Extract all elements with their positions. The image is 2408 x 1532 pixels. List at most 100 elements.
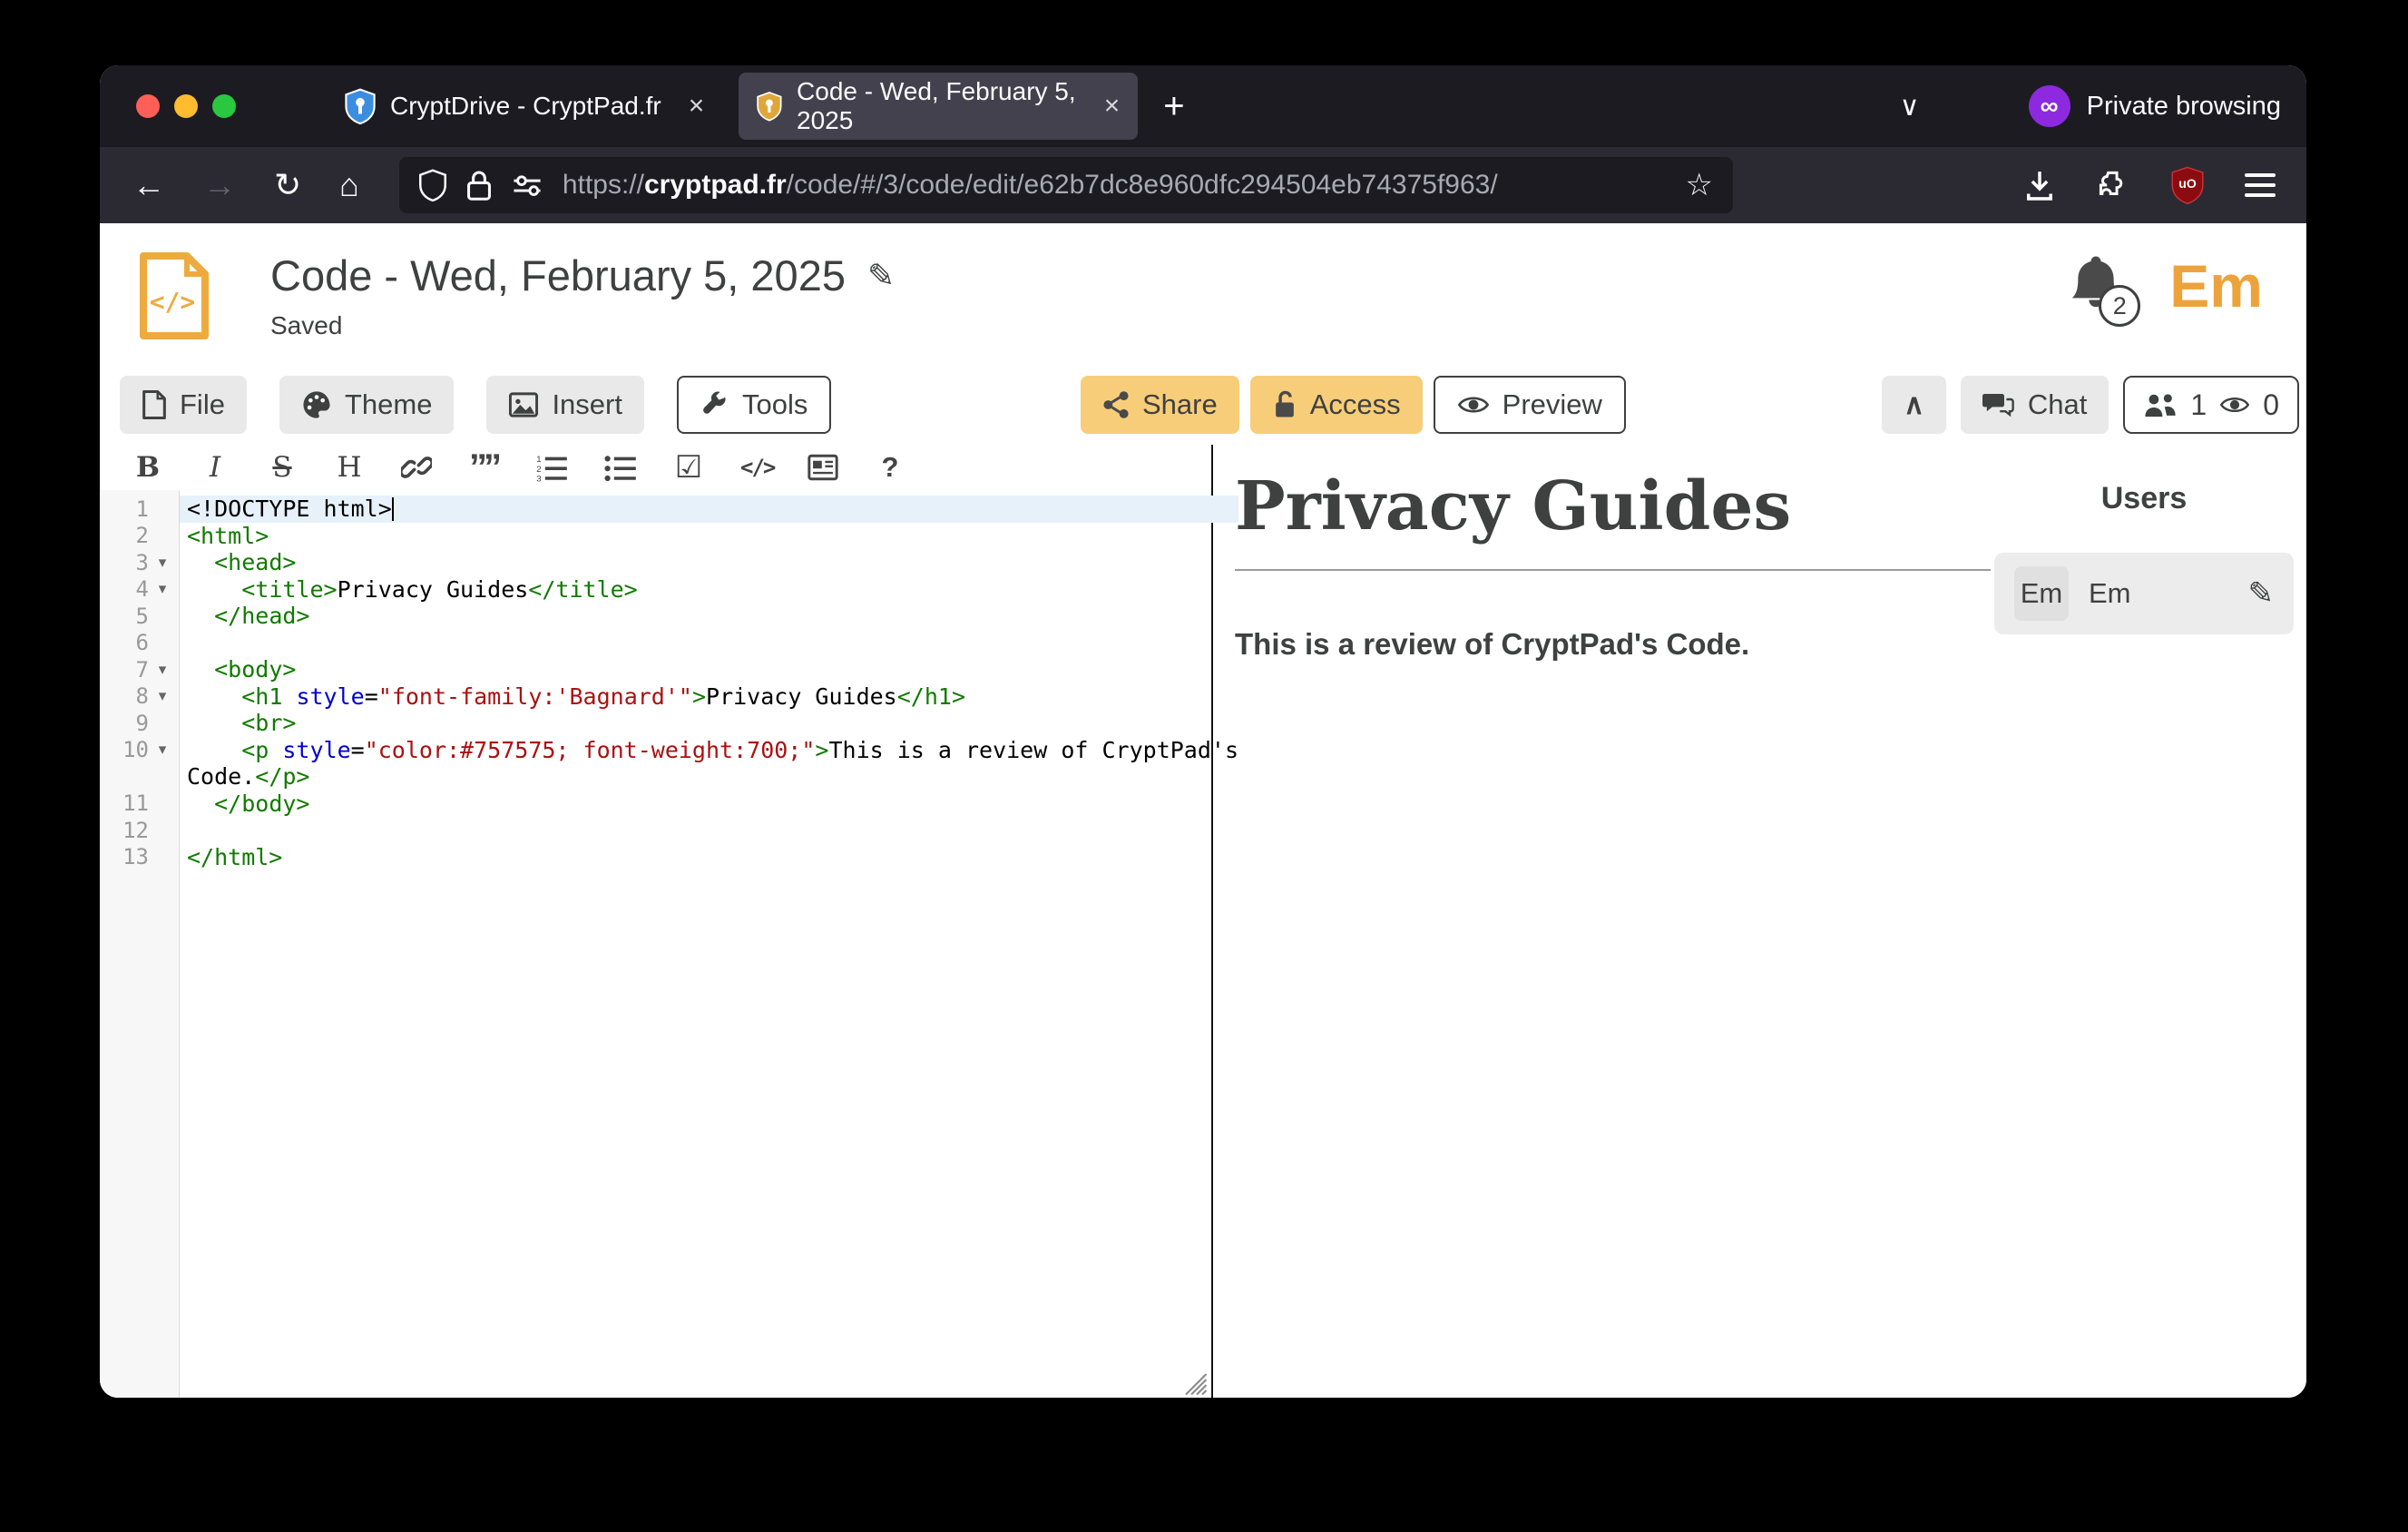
- code-lines[interactable]: <!DOCTYPE html><html> <head> <title>Priv…: [180, 490, 1238, 1398]
- text-cursor: [392, 497, 395, 521]
- code-line[interactable]: <h1 style="font-family:'Bagnard'">Privac…: [180, 683, 1238, 711]
- code-line[interactable]: <title>Privacy Guides</title>: [180, 576, 1238, 604]
- preview-heading: Privacy Guides: [1235, 468, 1991, 545]
- cryptpad-blue-shield-icon: [345, 88, 376, 124]
- private-browsing-icon: ∞: [2029, 85, 2070, 127]
- url-bar[interactable]: https://cryptpad.fr/code/#/3/code/edit/e…: [399, 157, 1733, 213]
- user-list-item[interactable]: Em Em ✎: [1994, 553, 2294, 634]
- code-editor[interactable]: 123▾4▾567▾8▾910▾111213 <!DOCTYPE html><h…: [100, 490, 1211, 1398]
- share-button[interactable]: Share: [1081, 376, 1239, 434]
- window-controls[interactable]: [100, 94, 254, 118]
- italic-icon[interactable]: I: [200, 451, 230, 484]
- lock-icon[interactable]: [466, 169, 492, 201]
- forward-button[interactable]: →: [203, 166, 236, 204]
- bookmark-star-icon[interactable]: ☆: [1685, 167, 1712, 203]
- cryptpad-app: </> Code - Wed, February 5, 2025 ✎ Saved…: [100, 223, 2306, 1398]
- blockquote-icon[interactable]: ””: [468, 447, 499, 488]
- new-tab-button[interactable]: +: [1163, 86, 1184, 127]
- viewers-eye-icon: [2219, 393, 2250, 417]
- tab-cryptdrive[interactable]: CryptDrive - CryptPad.fr ×: [327, 73, 722, 140]
- menu-hamburger-icon[interactable]: [2245, 167, 2276, 203]
- code-line[interactable]: [180, 630, 1238, 657]
- close-window-button[interactable]: [136, 94, 160, 118]
- code-line[interactable]: </head>: [180, 603, 1238, 630]
- tools-menu-button[interactable]: Tools: [677, 376, 831, 434]
- task-list-icon[interactable]: ☑: [673, 449, 704, 486]
- ublock-origin-icon[interactable]: uO: [2170, 166, 2205, 204]
- document-title[interactable]: Code - Wed, February 5, 2025: [270, 250, 846, 300]
- tracking-shield-icon[interactable]: [419, 169, 446, 201]
- reload-button[interactable]: ↻: [274, 166, 301, 204]
- tab-close-icon[interactable]: ×: [1104, 91, 1121, 122]
- chevron-up-icon: ∧: [1904, 388, 1924, 421]
- user-initials-avatar: Em: [2014, 566, 2069, 621]
- svg-text:2: 2: [536, 465, 541, 475]
- insert-menu-button[interactable]: Insert: [486, 376, 644, 434]
- notification-count-badge: 2: [2099, 285, 2140, 327]
- heading-icon[interactable]: H: [334, 451, 365, 484]
- userlist-toggle-button[interactable]: 1 0: [2123, 376, 2299, 434]
- theme-menu-button[interactable]: Theme: [279, 376, 454, 434]
- code-line[interactable]: <body>: [180, 656, 1238, 683]
- embed-newspaper-icon[interactable]: [808, 454, 838, 481]
- downloads-icon[interactable]: [2023, 168, 2056, 202]
- private-browsing-label: Private browsing: [2087, 92, 2281, 122]
- preview-pane: Privacy Guides This is a review of Crypt…: [1213, 445, 2306, 1398]
- eye-icon: [1457, 392, 1490, 417]
- code-line[interactable]: [180, 817, 1238, 844]
- link-icon[interactable]: [401, 452, 432, 483]
- url-text[interactable]: https://cryptpad.fr/code/#/3/code/edit/e…: [563, 170, 1498, 201]
- code-line[interactable]: </body>: [180, 791, 1238, 818]
- code-line[interactable]: <html>: [180, 523, 1238, 550]
- app-header: </> Code - Wed, February 5, 2025 ✎ Saved…: [100, 223, 2306, 368]
- viewers-count: 0: [2263, 388, 2279, 422]
- access-button[interactable]: Access: [1250, 376, 1423, 434]
- wrench-icon: [700, 390, 729, 419]
- browser-window: CryptDrive - CryptPad.fr × Code - Wed, F…: [100, 65, 2306, 1398]
- ordered-list-icon[interactable]: 123: [535, 453, 568, 482]
- app-toolbar: File Theme Insert Tools Share: [100, 376, 2306, 434]
- tab-code[interactable]: Code - Wed, February 5, 2025 ×: [739, 73, 1138, 140]
- strikethrough-icon[interactable]: S: [267, 451, 298, 484]
- preview-button[interactable]: Preview: [1434, 376, 1626, 434]
- code-line[interactable]: </html>: [180, 844, 1238, 871]
- minimize-window-button[interactable]: [174, 94, 198, 118]
- save-status: Saved: [270, 311, 895, 340]
- help-icon[interactable]: ?: [875, 451, 905, 484]
- collapse-toolbar-button[interactable]: ∧: [1882, 376, 1946, 434]
- user-avatar[interactable]: Em: [2169, 256, 2263, 316]
- svg-text:3: 3: [536, 475, 541, 482]
- code-line[interactable]: <head>: [180, 549, 1238, 576]
- code-editor-pane: B I S H ”” 123 ☑ </> ? 123▾4▾567▾8▾910▾1…: [100, 445, 1213, 1398]
- code-line[interactable]: Code.</p>: [180, 763, 1238, 791]
- code-line[interactable]: <br>: [180, 710, 1238, 737]
- zoom-window-button[interactable]: [212, 94, 236, 118]
- file-menu-button[interactable]: File: [120, 376, 247, 434]
- share-nodes-icon: [1102, 390, 1130, 419]
- users-panel: Users Em Em ✎: [1994, 481, 2294, 634]
- home-button[interactable]: ⌂: [339, 166, 359, 204]
- code-line[interactable]: <p style="color:#757575; font-weight:700…: [180, 737, 1238, 764]
- pane-resize-handle[interactable]: [1180, 1369, 1208, 1396]
- permissions-icon[interactable]: [512, 172, 543, 199]
- unordered-list-icon[interactable]: [604, 453, 637, 482]
- format-toolbar: B I S H ”” 123 ☑ </> ?: [100, 445, 1211, 490]
- edit-name-pencil-icon[interactable]: ✎: [2248, 575, 2275, 612]
- tab-list-chevron-icon[interactable]: ∨: [1900, 91, 1920, 123]
- code-line[interactable]: <!DOCTYPE html>: [180, 496, 1238, 523]
- tab-close-icon[interactable]: ×: [689, 91, 705, 122]
- editors-count: 1: [2190, 388, 2207, 422]
- chat-button[interactable]: Chat: [1961, 376, 2109, 434]
- unlocked-padlock-icon: [1272, 390, 1297, 419]
- code-block-icon[interactable]: </>: [740, 455, 771, 480]
- bold-icon[interactable]: B: [132, 451, 163, 484]
- back-button[interactable]: ←: [132, 166, 165, 204]
- image-icon: [508, 391, 539, 418]
- notifications-button[interactable]: 2: [2066, 250, 2129, 321]
- file-icon: [142, 389, 167, 420]
- extensions-puzzle-icon[interactable]: [2096, 168, 2130, 202]
- rename-pencil-icon[interactable]: ✎: [867, 257, 895, 295]
- svg-text:</>: </>: [150, 287, 196, 317]
- preview-paragraph: This is a review of CryptPad's Code.: [1235, 627, 1991, 662]
- palette-icon: [301, 389, 332, 420]
